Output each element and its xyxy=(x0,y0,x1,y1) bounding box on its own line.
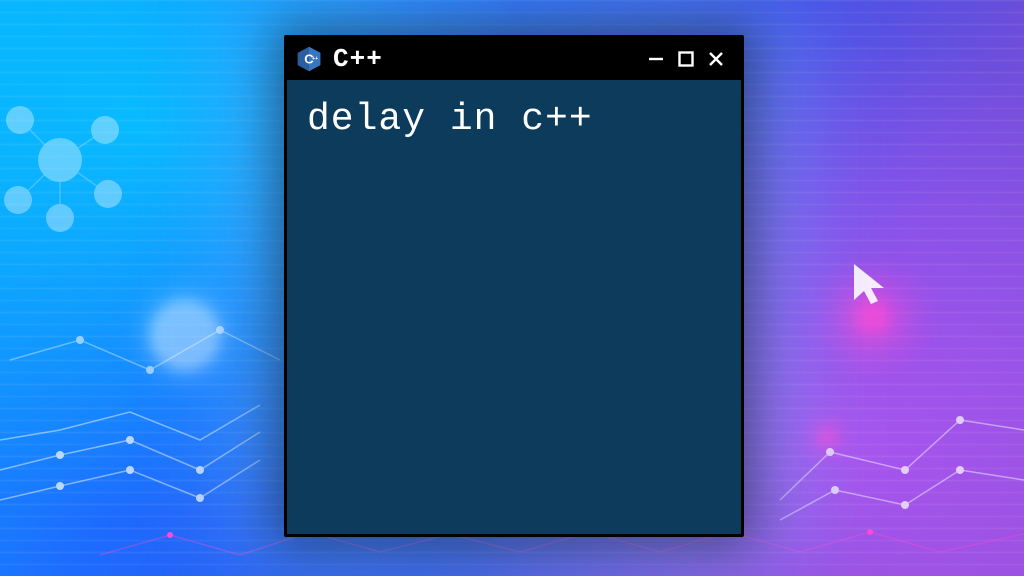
terminal-window: C ++ C++ delay in c++ xyxy=(284,35,744,537)
svg-text:++: ++ xyxy=(312,56,318,62)
terminal-content: delay in c++ xyxy=(287,80,741,534)
maximize-button[interactable] xyxy=(671,44,701,74)
window-title: C++ xyxy=(333,44,383,74)
titlebar[interactable]: C ++ C++ xyxy=(287,38,741,80)
minimize-button[interactable] xyxy=(641,44,671,74)
cpp-logo-icon: C ++ xyxy=(295,45,323,73)
close-button[interactable] xyxy=(701,44,731,74)
